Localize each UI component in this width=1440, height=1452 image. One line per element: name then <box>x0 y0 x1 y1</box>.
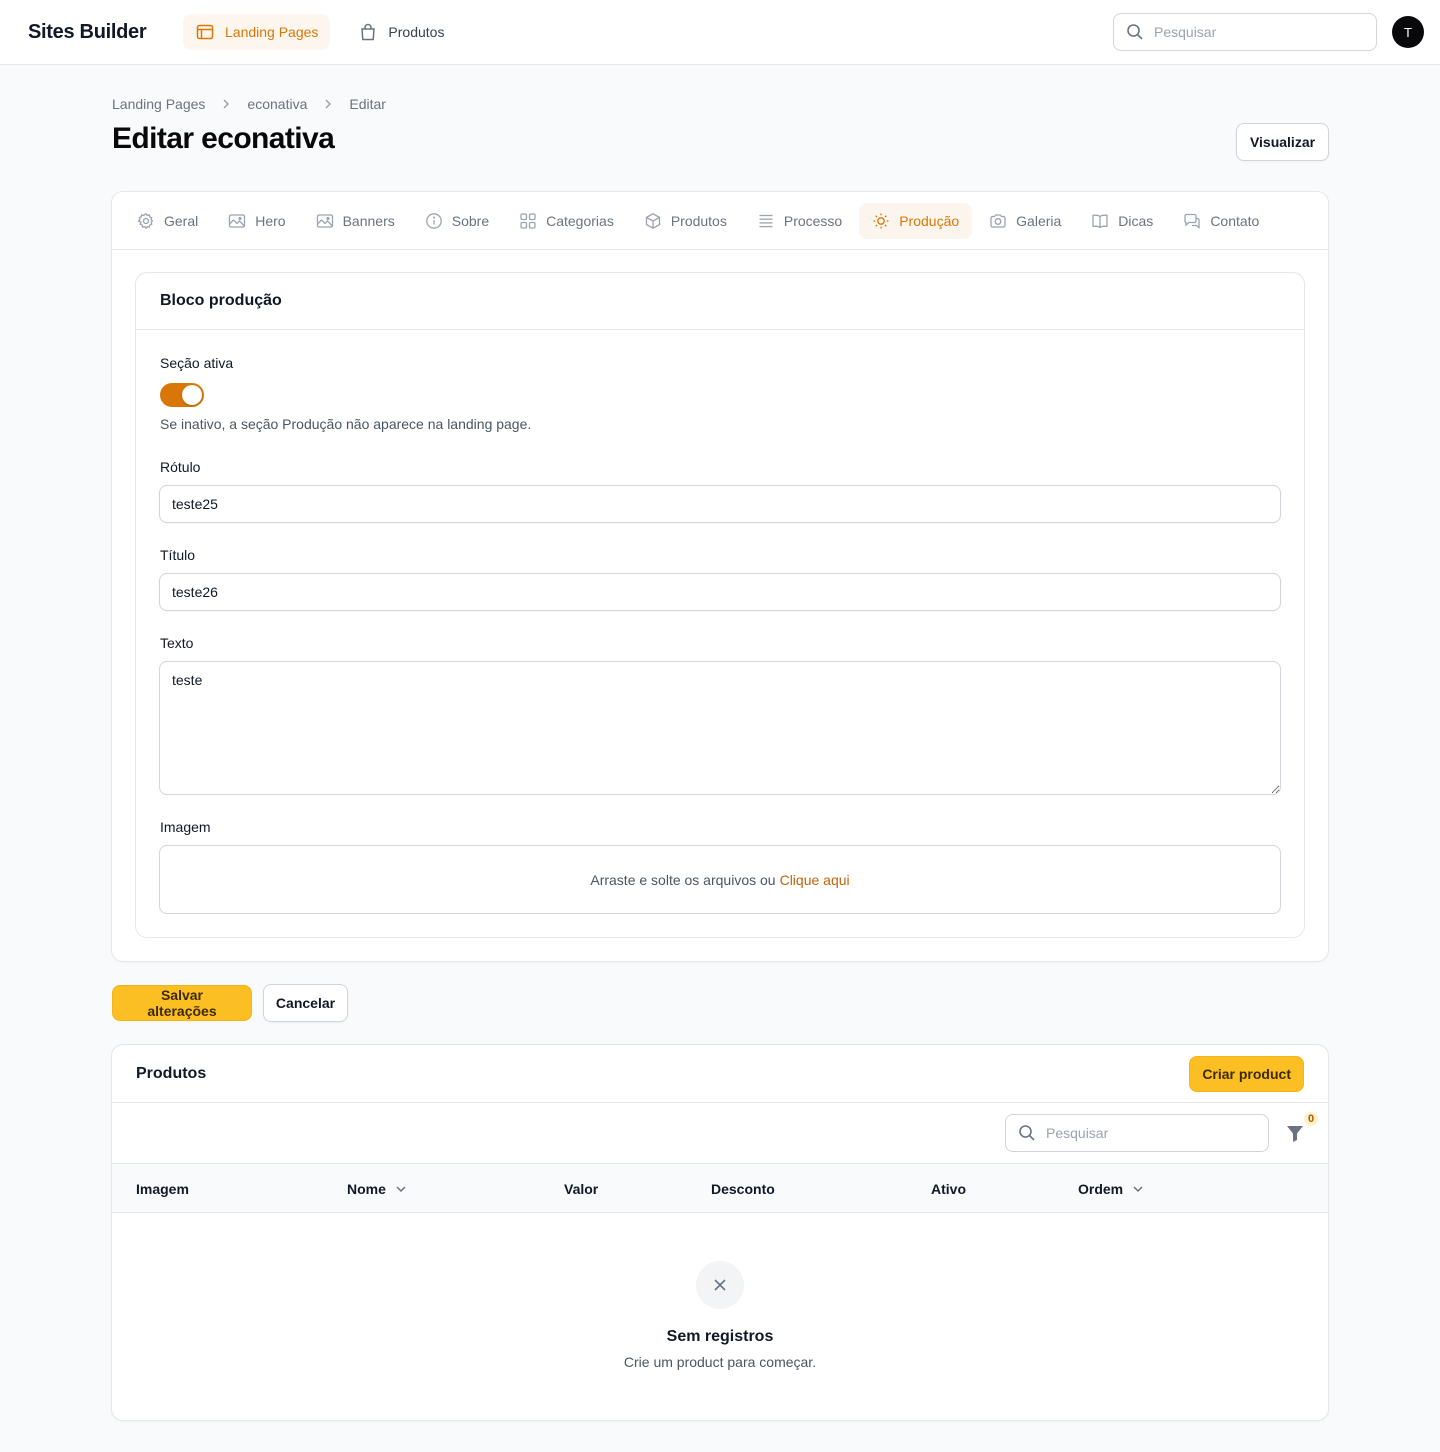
shopping-bag-icon <box>358 22 378 42</box>
chevron-right-icon <box>219 97 233 111</box>
tab-label: Banners <box>342 212 395 229</box>
cube-icon <box>644 212 662 230</box>
imagem-dropzone[interactable]: Arraste e solte os arquivos ou Clique aq… <box>159 845 1281 914</box>
create-product-button[interactable]: Criar product <box>1189 1055 1304 1092</box>
bloco-producao-section: Bloco produção Seção ativa Se inativo, a… <box>135 272 1305 938</box>
page-title: Editar econativa <box>112 122 335 155</box>
breadcrumb-item[interactable]: Landing Pages <box>112 96 205 112</box>
top-bar: Sites Builder Landing Pages Produtos T <box>0 0 1440 65</box>
column-header-desconto: Desconto <box>711 1180 775 1197</box>
info-icon <box>425 212 443 230</box>
tab-produtos[interactable]: Produtos <box>631 203 740 239</box>
list-icon <box>757 212 775 230</box>
book-open-icon <box>1091 212 1109 230</box>
user-avatar[interactable]: T <box>1392 16 1424 48</box>
secao-ativa-toggle[interactable] <box>160 383 204 407</box>
tab-dicas[interactable]: Dicas <box>1078 203 1166 239</box>
rotulo-input[interactable] <box>159 485 1281 523</box>
table-header: Imagem Nome Valor Desconto Ativo Ordem <box>112 1164 1328 1213</box>
section-tabs: Geral Hero Banners Sobre Categorias Prod… <box>112 192 1328 250</box>
texto-textarea[interactable]: teste <box>159 661 1281 795</box>
close-icon <box>696 1261 744 1309</box>
tab-label: Geral <box>164 212 199 229</box>
search-icon <box>1126 23 1144 41</box>
nav-item-label: Landing Pages <box>225 24 319 40</box>
chevron-down-icon <box>1131 1182 1145 1196</box>
texto-label: Texto <box>160 635 194 651</box>
image-icon <box>228 212 246 230</box>
nav-item-produtos[interactable]: Produtos <box>346 14 456 50</box>
chat-bubbles-icon <box>1183 212 1201 230</box>
global-search-input[interactable] <box>1154 24 1354 40</box>
chevron-down-icon <box>394 1182 408 1196</box>
section-title: Bloco produção <box>136 273 1304 330</box>
rotulo-label: Rótulo <box>160 459 201 475</box>
tab-producao[interactable]: Produção <box>859 202 973 239</box>
secao-ativa-label: Seção ativa <box>160 355 234 371</box>
column-header-ordem[interactable]: Ordem <box>1078 1164 1145 1213</box>
tab-label: Sobre <box>451 212 490 229</box>
tab-sobre[interactable]: Sobre <box>412 203 502 239</box>
chevron-right-icon <box>321 97 335 111</box>
gear-icon <box>137 212 155 230</box>
breadcrumb: Landing Pages econativa Editar <box>112 96 386 112</box>
tab-processo[interactable]: Processo <box>744 203 855 239</box>
toggle-knob <box>182 385 202 405</box>
produtos-title: Produtos <box>136 1064 207 1082</box>
filter-count-badge: 0 <box>1304 1112 1319 1126</box>
camera-icon <box>989 212 1007 230</box>
tab-label: Processo <box>783 212 843 229</box>
browser-window-icon <box>195 22 215 42</box>
global-search <box>1113 13 1377 51</box>
column-header-nome[interactable]: Nome <box>347 1164 408 1213</box>
empty-state: Sem registros Crie um product para começ… <box>112 1213 1328 1420</box>
visualizar-button[interactable]: Visualizar <box>1236 123 1329 161</box>
produtos-header: Produtos Criar product <box>112 1045 1328 1103</box>
column-header-valor: Valor <box>564 1180 599 1197</box>
column-header-ativo: Ativo <box>931 1180 966 1197</box>
titulo-input[interactable] <box>159 573 1281 611</box>
edit-form-card: Geral Hero Banners Sobre Categorias Prod… <box>111 191 1329 962</box>
brand-logo[interactable]: Sites Builder <box>28 21 183 44</box>
tab-banners[interactable]: Banners <box>303 203 408 239</box>
tab-geral[interactable]: Geral <box>124 203 211 239</box>
secao-ativa-helper: Se inativo, a seção Produção não aparece… <box>160 416 532 432</box>
filter-icon[interactable] <box>1284 1122 1306 1144</box>
breadcrumb-item[interactable]: econativa <box>247 96 307 112</box>
grid-icon <box>519 212 537 230</box>
tab-contato[interactable]: Contato <box>1170 203 1272 239</box>
table-search-input[interactable] <box>1046 1125 1246 1141</box>
nav-item-label: Produtos <box>388 24 445 40</box>
tab-label: Hero <box>255 212 286 229</box>
dropzone-browse-link[interactable]: Clique aqui <box>780 872 850 888</box>
breadcrumb-item-current: Editar <box>349 96 386 112</box>
tab-categorias[interactable]: Categorias <box>506 203 627 239</box>
image-icon <box>316 212 334 230</box>
tab-label: Galeria <box>1016 212 1062 229</box>
tab-label: Produção <box>899 212 960 229</box>
save-button[interactable]: Salvar alterações <box>112 985 252 1021</box>
empty-state-title: Sem registros <box>666 1328 774 1345</box>
tab-label: Dicas <box>1118 212 1154 229</box>
dropzone-text: Arraste e solte os arquivos ou <box>590 871 776 888</box>
empty-state-description: Crie um product para começar. <box>623 1354 817 1370</box>
nav-item-landing-pages[interactable]: Landing Pages <box>183 14 331 50</box>
tab-label: Contato <box>1210 212 1260 229</box>
column-header-imagem: Imagem <box>136 1180 189 1197</box>
tab-label: Categorias <box>546 212 614 229</box>
produtos-table-card: Produtos Criar product 0 Imagem Nome Val… <box>111 1044 1329 1421</box>
cancel-button[interactable]: Cancelar <box>263 984 348 1022</box>
search-icon <box>1018 1124 1036 1142</box>
tab-hero[interactable]: Hero <box>215 203 298 239</box>
table-search <box>1005 1114 1269 1152</box>
table-toolbar: 0 <box>112 1103 1328 1164</box>
tab-label: Produtos <box>670 212 727 229</box>
titulo-label: Título <box>160 547 196 563</box>
tab-galeria[interactable]: Galeria <box>976 203 1074 239</box>
imagem-label: Imagem <box>160 819 211 835</box>
sun-icon <box>872 212 890 230</box>
